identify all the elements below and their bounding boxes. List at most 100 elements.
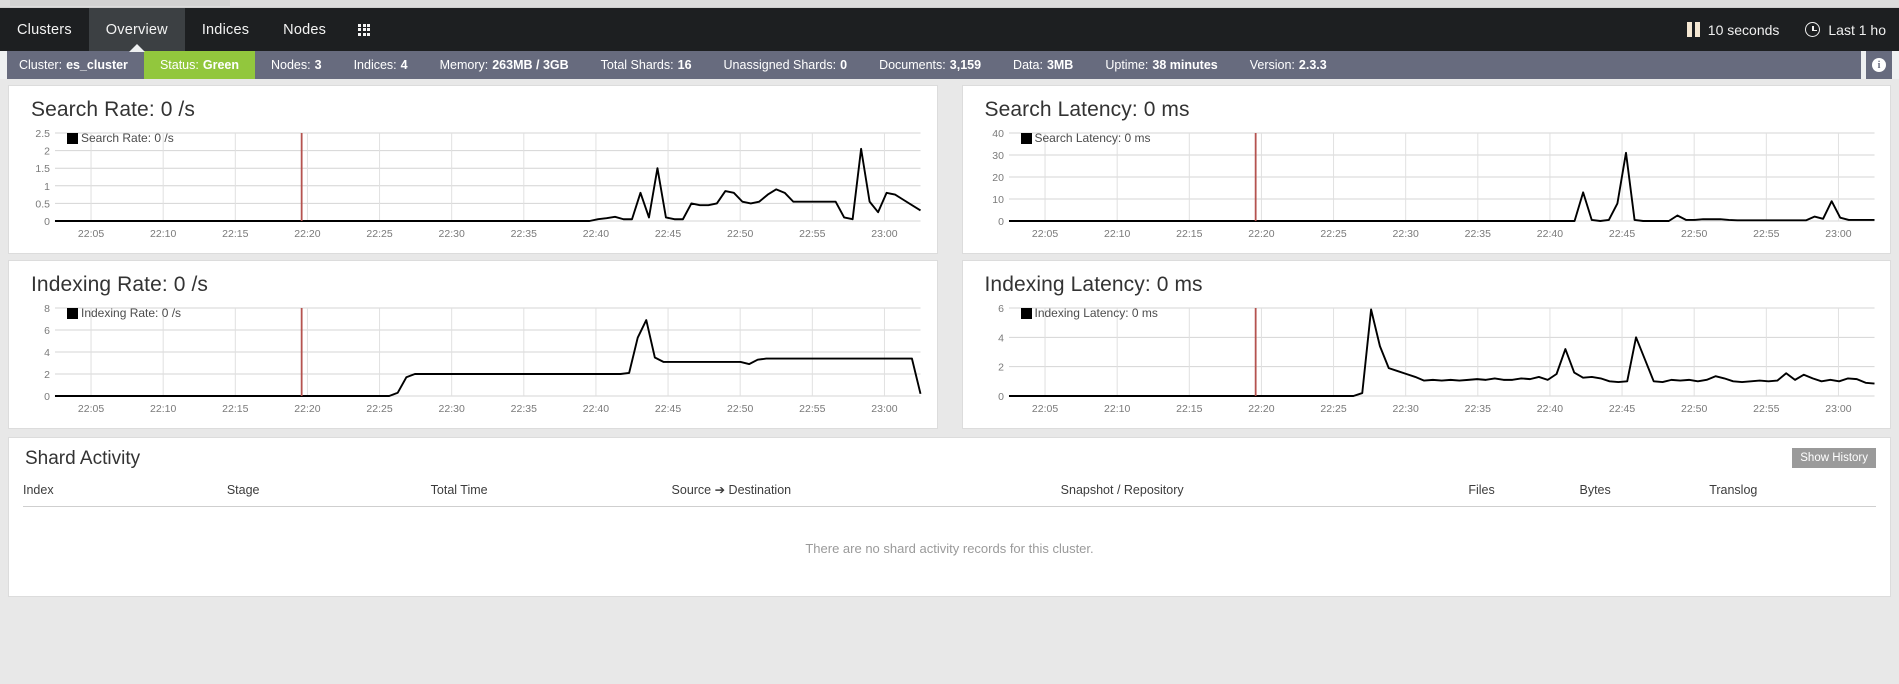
column-header-source-destination[interactable]: Source ➔ Destination xyxy=(671,478,1061,507)
svg-text:22:05: 22:05 xyxy=(78,404,104,415)
charts-row-bottom: Indexing Rate: 0 /s Indexing Rate: 0 /s … xyxy=(0,254,1899,429)
grid-icon xyxy=(358,23,371,36)
svg-text:22:25: 22:25 xyxy=(1320,229,1346,240)
svg-text:2.5: 2.5 xyxy=(35,129,50,140)
top-nav-right-controls: 10 seconds Last 1 ho xyxy=(1674,8,1899,51)
svg-text:22:50: 22:50 xyxy=(1681,404,1707,415)
column-header-bytes[interactable]: Bytes xyxy=(1579,478,1710,507)
nav-item-indices[interactable]: Indices xyxy=(185,8,266,51)
svg-text:2: 2 xyxy=(44,370,50,381)
app-switcher-button[interactable] xyxy=(343,8,385,51)
svg-text:22:20: 22:20 xyxy=(294,229,320,240)
status-cell-version[interactable]: Version: 2.3.3 xyxy=(1234,51,1343,79)
svg-text:22:15: 22:15 xyxy=(222,229,248,240)
status-cell-label: Unassigned Shards: xyxy=(723,58,837,72)
column-header-total-time[interactable]: Total Time xyxy=(430,478,672,507)
column-header-snapshot-repository[interactable]: Snapshot / Repository xyxy=(1060,478,1469,507)
svg-text:22:25: 22:25 xyxy=(366,404,392,415)
svg-text:22:05: 22:05 xyxy=(1031,404,1057,415)
status-cell-cluster[interactable]: Cluster: es_cluster xyxy=(7,51,144,79)
status-cell-value: 38 minutes xyxy=(1152,58,1218,72)
svg-text:22:45: 22:45 xyxy=(655,229,681,240)
legend-swatch xyxy=(1020,132,1032,144)
status-cell-nodes[interactable]: Nodes: 3 xyxy=(255,51,338,79)
browser-chrome-strip xyxy=(0,0,1899,8)
svg-text:22:05: 22:05 xyxy=(78,229,104,240)
cluster-info-button[interactable]: i xyxy=(1866,51,1892,79)
status-cell-unassigned-shards[interactable]: Unassigned Shards: 0 xyxy=(708,51,864,79)
info-icon: i xyxy=(1872,58,1886,72)
column-header-files[interactable]: Files xyxy=(1468,478,1580,507)
chart-search-rate[interactable]: Search Rate: 0 /s 0 0.5 1 1.5 2 2.5 22:05 22:10… xyxy=(21,125,925,245)
chart-indexing-rate[interactable]: Indexing Rate: 0 /s 0 2 4 6 8 22:05 22:10 22:15… xyxy=(21,300,925,420)
status-cell-memory[interactable]: Memory: 263MB / 3GB xyxy=(424,51,585,79)
nav-item-nodes[interactable]: Nodes xyxy=(266,8,343,51)
chart-search-latency[interactable]: Search Latency: 0 ms 0 10 20 30 40 22:05 22:10… xyxy=(975,125,1879,245)
svg-text:22:20: 22:20 xyxy=(1248,229,1274,240)
status-cell-data[interactable]: Data: 3MB xyxy=(997,51,1089,79)
svg-text:22:15: 22:15 xyxy=(222,404,248,415)
show-history-button[interactable]: Show History xyxy=(1792,448,1876,468)
svg-text:4: 4 xyxy=(44,348,50,359)
svg-text:20: 20 xyxy=(992,173,1004,184)
shard-activity-section: Shard Activity Show History Index Stage … xyxy=(0,429,1899,597)
column-header-translog[interactable]: Translog xyxy=(1709,478,1876,507)
status-cell-label: Status: xyxy=(159,58,199,72)
status-cell-documents[interactable]: Documents: 3,159 xyxy=(863,51,997,79)
svg-text:22:35: 22:35 xyxy=(1464,229,1490,240)
shard-activity-title: Shard Activity xyxy=(25,448,141,469)
svg-text:22:20: 22:20 xyxy=(294,404,320,415)
top-navigation-bar: Clusters Overview Indices Nodes 10 secon… xyxy=(0,8,1899,51)
svg-text:4: 4 xyxy=(998,333,1004,344)
svg-text:22:35: 22:35 xyxy=(1464,404,1490,415)
status-cell-total-shards[interactable]: Total Shards: 16 xyxy=(585,51,708,79)
time-range-picker[interactable]: Last 1 ho xyxy=(1792,22,1899,38)
svg-text:2: 2 xyxy=(44,147,50,158)
status-cell-label: Memory: xyxy=(439,58,489,72)
chart-indexing-latency[interactable]: Indexing Latency: 0 ms 0 2 4 6 22:05 22:10 22:… xyxy=(975,300,1879,420)
status-cell-status[interactable]: Status: Green xyxy=(143,51,255,79)
status-cell-indices[interactable]: Indices: 4 xyxy=(338,51,424,79)
refresh-interval-control[interactable]: 10 seconds xyxy=(1674,22,1793,38)
legend-swatch xyxy=(67,307,78,319)
status-cell-value: es_cluster xyxy=(66,58,128,72)
svg-text:22:20: 22:20 xyxy=(1248,404,1274,415)
chart-legend: Indexing Rate: 0 /s xyxy=(67,306,181,320)
svg-text:22:30: 22:30 xyxy=(439,404,465,415)
svg-text:22:45: 22:45 xyxy=(1608,229,1634,240)
panel-title: Search Rate: 0 /s xyxy=(31,98,195,121)
refresh-interval-label: 10 seconds xyxy=(1707,21,1780,38)
chart-legend: Search Rate: 0 /s xyxy=(67,131,174,145)
svg-text:22:55: 22:55 xyxy=(799,229,825,240)
svg-text:22:50: 22:50 xyxy=(727,404,753,415)
svg-text:1: 1 xyxy=(44,182,50,193)
svg-text:22:50: 22:50 xyxy=(727,229,753,240)
svg-text:22:05: 22:05 xyxy=(1031,229,1057,240)
svg-text:22:10: 22:10 xyxy=(150,404,176,415)
nav-item-label: Indices xyxy=(201,21,250,38)
nav-item-label: Nodes xyxy=(283,21,327,38)
status-cell-value: 4 xyxy=(400,58,408,72)
status-cell-label: Documents: xyxy=(879,58,946,72)
legend-swatch xyxy=(67,132,78,144)
status-cell-value: 0 xyxy=(840,58,848,72)
svg-text:22:55: 22:55 xyxy=(1753,404,1779,415)
column-header-index[interactable]: Index xyxy=(23,478,227,507)
status-cell-value: 3,159 xyxy=(949,58,982,72)
panel-indexing-latency: Indexing Latency: 0 ms Indexing Latency:… xyxy=(961,260,1891,429)
svg-text:22:55: 22:55 xyxy=(1753,229,1779,240)
legend-label: Search Rate: 0 /s xyxy=(81,131,174,145)
column-header-stage[interactable]: Stage xyxy=(226,478,431,507)
status-cell-uptime[interactable]: Uptime: 38 minutes xyxy=(1089,51,1233,79)
svg-text:2: 2 xyxy=(998,363,1004,374)
svg-text:22:10: 22:10 xyxy=(150,229,176,240)
chart-legend: Search Latency: 0 ms xyxy=(1020,131,1151,145)
svg-text:8: 8 xyxy=(44,304,50,315)
chart-legend: Indexing Latency: 0 ms xyxy=(1020,306,1158,320)
table-empty-row: There are no shard activity records for … xyxy=(23,507,1876,583)
panel-title: Search Latency: 0 ms xyxy=(984,98,1190,121)
nav-item-overview[interactable]: Overview xyxy=(88,8,185,51)
nav-item-clusters[interactable]: Clusters xyxy=(0,8,89,51)
svg-text:23:00: 23:00 xyxy=(1825,404,1851,415)
pause-icon[interactable] xyxy=(1686,22,1700,37)
